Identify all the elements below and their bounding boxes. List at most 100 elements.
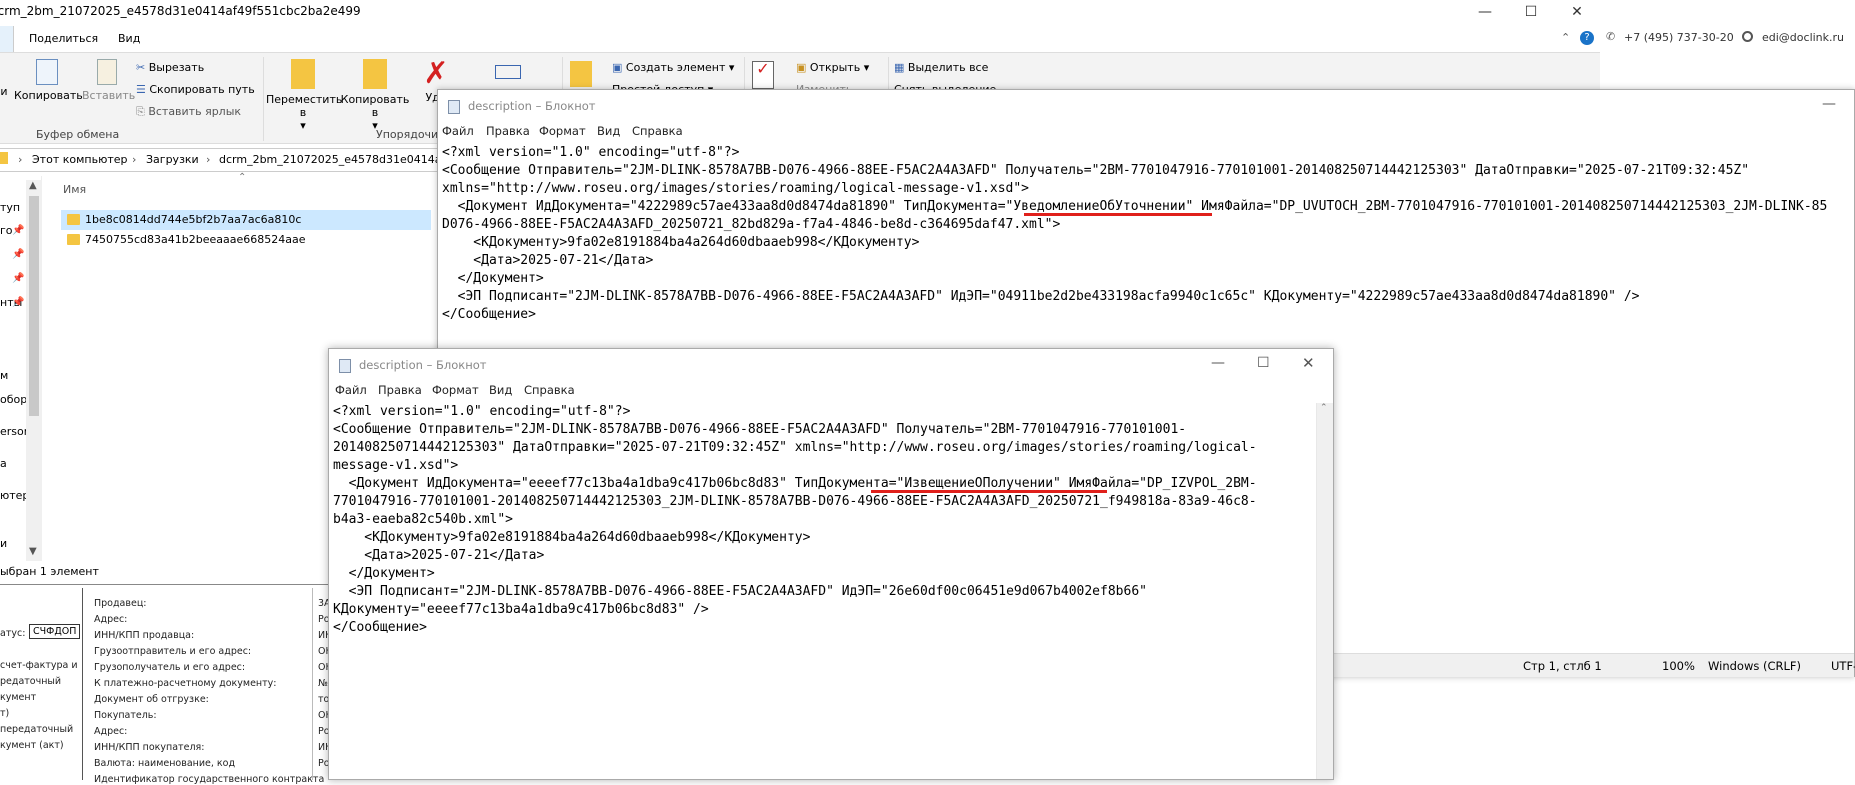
move-to-button[interactable]: Переместить в ▾ [266, 57, 342, 132]
column-header-name[interactable]: Имя [63, 183, 86, 196]
close-icon[interactable]: ✕ [1554, 0, 1600, 26]
scroll-thumb[interactable] [29, 196, 39, 416]
tab-view[interactable]: Вид [118, 32, 140, 45]
phone-number[interactable]: +7 (495) 737-30-20 [1624, 31, 1734, 44]
notepad-icon [448, 100, 460, 114]
text-line: 7701047916-770101001-2014082507144421253… [333, 494, 1257, 509]
menu-file[interactable]: Файл [442, 124, 474, 138]
new-folder-icon [570, 61, 592, 87]
maximize-icon[interactable]: ☐ [1508, 0, 1554, 26]
tab-share[interactable]: Поделиться [29, 32, 98, 45]
move-folder-icon [291, 59, 315, 89]
minimize-icon[interactable]: — [1211, 355, 1225, 371]
notepad-text-area[interactable]: <?xml version="1.0" encoding="utf-8"?> <… [438, 144, 1855, 334]
table-divider [312, 588, 313, 780]
status-bar-text: ыбран 1 элемент [0, 565, 99, 578]
text-line: </Документ> [333, 566, 435, 581]
chevron-down-icon: ▾ [300, 119, 306, 132]
nav-item[interactable]: туп [0, 201, 20, 214]
pin-button[interactable]: и [0, 85, 10, 98]
ribbon-tab-active[interactable] [0, 26, 14, 52]
new-item-button[interactable]: ▣ Создать элемент ▾ [612, 61, 734, 74]
notepad-title: description – Блокнот [359, 358, 487, 372]
vertical-scrollbar[interactable]: ⌃ [1316, 403, 1333, 779]
notepad-text-area[interactable]: <?xml version="1.0" encoding="utf-8"?> <… [329, 403, 1317, 779]
chevron-right-icon: › [132, 153, 137, 166]
text-line: <ЭП Подписант="2JM-DLINK-8578A7BB-D076-4… [442, 289, 1640, 304]
paste-button[interactable]: Вставить [82, 57, 135, 102]
file-row-selected[interactable]: 1be8c0814dd744e5bf2b7aa7ac6a810c [61, 210, 431, 230]
chevron-down-icon: ▾ [863, 61, 870, 74]
email-address[interactable]: edi@doclink.ru [1762, 31, 1844, 44]
nav-item[interactable]: го [0, 224, 13, 237]
file-row[interactable]: 7450755cd83a41b2beeaaae668524aae [61, 230, 431, 250]
nav-item[interactable]: ersor [0, 425, 28, 438]
table-row-label: Продавец: [94, 598, 147, 609]
menu-format[interactable]: Формат [432, 383, 479, 397]
scroll-down-icon[interactable]: ▼ [29, 546, 37, 557]
breadcrumb-downloads[interactable]: Загрузки [146, 153, 199, 166]
scroll-up-icon[interactable]: ⌃ [1320, 403, 1328, 413]
menu-help[interactable]: Справка [632, 124, 683, 138]
copy-path-button[interactable]: ☰ Скопировать путь [136, 83, 255, 96]
chevron-right-icon: › [18, 153, 23, 166]
table-row-label: Покупатель: [94, 710, 157, 721]
nav-item[interactable]: и [0, 537, 7, 550]
breadcrumb-computer[interactable]: Этот компьютер [32, 153, 128, 166]
document-details-table: атус: СЧФДОП счет-фактура и редаточный к… [0, 588, 333, 785]
table-row-label: ИНН/КПП покупателя: [94, 742, 205, 753]
minimize-icon[interactable]: — [1462, 0, 1508, 26]
minimize-icon[interactable]: — [1822, 96, 1836, 112]
nav-scrollbar[interactable]: ▲ ▼ [26, 180, 42, 561]
menu-view[interactable]: Вид [489, 383, 512, 397]
left-line: счет-фактура и [0, 660, 78, 671]
nav-item[interactable]: а [0, 457, 7, 470]
menu-edit[interactable]: Правка [378, 383, 422, 397]
breadcrumb-current[interactable]: dcrm_2bm_21072025_e4578d31e0414af49 [219, 153, 459, 166]
text-line: <Сообщение Отправитель="2JM-DLINK-8578A7… [333, 422, 1187, 437]
sort-up-icon: ⌃ [238, 172, 247, 183]
text-line: <?xml version="1.0" encoding="utf-8"?> [442, 145, 740, 160]
rename-button[interactable] [490, 61, 526, 83]
text-line: <Сообщение Отправитель="2JM-DLINK-8578A7… [442, 163, 1750, 178]
maximize-icon[interactable]: ☐ [1257, 355, 1270, 371]
table-row-value: № [318, 678, 328, 689]
help-icon[interactable]: ? [1580, 31, 1594, 45]
close-icon[interactable]: ✕ [1302, 354, 1315, 372]
scroll-up-icon[interactable]: ▲ [29, 180, 37, 191]
text-line: </Документ> [442, 271, 544, 286]
rename-icon [495, 65, 521, 79]
contacts-bar: ✆ +7 (495) 737-30-20 edi@doclink.ru [1600, 26, 1855, 48]
cut-button[interactable]: ✂ Вырезать [136, 61, 204, 74]
notepad-titlebar: description – Блокнот — ☐ ✕ [329, 349, 1333, 381]
text-line: <?xml version="1.0" encoding="utf-8"?> [333, 404, 631, 419]
new-folder-button[interactable] [570, 61, 598, 87]
copy-button[interactable]: Копировать [14, 57, 83, 102]
nav-item[interactable]: ютер [0, 489, 29, 502]
collapse-ribbon-icon[interactable]: ⌃ [1561, 31, 1570, 44]
pin-icon: 📌 [12, 273, 25, 284]
menu-file[interactable]: Файл [335, 383, 367, 397]
properties-check-icon: ✓ [752, 61, 774, 89]
text-line: D076-4966-88EE-F5AC2A4A3AFD_20250721_82b… [442, 217, 1061, 232]
menu-view[interactable]: Вид [597, 124, 620, 138]
select-all-button[interactable]: ▦ Выделить все [894, 61, 988, 74]
chevron-right-icon: › [206, 153, 211, 166]
table-row-label: Грузоотправитель и его адрес: [94, 646, 252, 657]
text-line: <Дата>2025-07-21</Дата> [442, 253, 654, 268]
pin-icon: 📌 [12, 249, 25, 260]
text-line: <КДокументу>9fa02e8191884ba4a264d60dbaae… [333, 530, 811, 545]
menu-edit[interactable]: Правка [486, 124, 530, 138]
nav-item[interactable]: м [0, 369, 8, 382]
properties-button[interactable]: ✓ [752, 61, 782, 89]
open-button[interactable]: ▣ Открыть ▾ [796, 61, 869, 74]
scissors-icon: ✂ [136, 61, 146, 74]
notepad-icon [339, 359, 351, 373]
menu-format[interactable]: Формат [539, 124, 586, 138]
copy-to-button[interactable]: Копировать в ▾ [340, 57, 410, 132]
ribbon-tabs: Поделиться Вид ⌃ ? [0, 26, 1600, 52]
address-bar[interactable]: › Этот компьютер › Загрузки › dcrm_2bm_2… [0, 148, 459, 172]
menu-help[interactable]: Справка [524, 383, 575, 397]
nav-item[interactable]: обор [0, 393, 27, 406]
paste-shortcut-button[interactable]: ⎘ Вставить ярлык [136, 105, 241, 119]
